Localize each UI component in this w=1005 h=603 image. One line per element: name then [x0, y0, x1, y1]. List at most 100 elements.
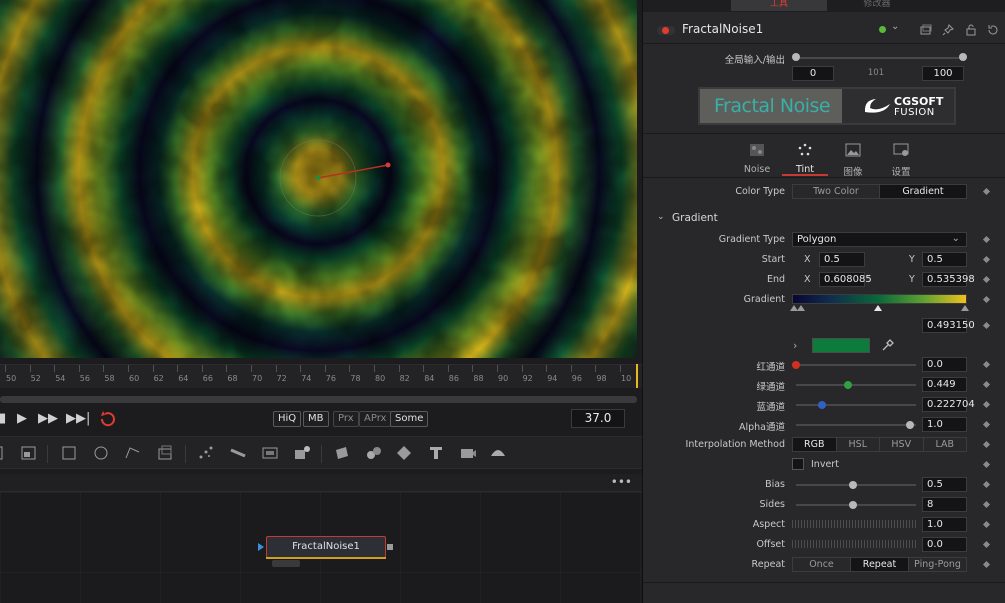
bias-knob[interactable]: [849, 481, 857, 489]
start-y-field[interactable]: 0.5: [922, 252, 967, 267]
stop-button[interactable]: ■: [0, 410, 6, 428]
renderer-3d-icon[interactable]: [489, 444, 507, 462]
tab-image[interactable]: 图像: [833, 143, 873, 178]
keyframe-icon[interactable]: [982, 400, 991, 409]
start-x-field[interactable]: 0.5: [819, 252, 865, 267]
gradient-stop-3[interactable]: [961, 305, 969, 311]
merge-3d-icon[interactable]: [395, 444, 413, 462]
keyframe-icon[interactable]: [982, 500, 991, 509]
tab-noise[interactable]: Noise: [737, 143, 777, 175]
aspect-field[interactable]: 1.0: [922, 517, 967, 532]
tab-settings[interactable]: 设置: [881, 143, 921, 178]
viewer[interactable]: [0, 0, 637, 358]
tab-tint[interactable]: Tint: [785, 143, 825, 175]
interp-rgb[interactable]: RGB: [793, 438, 837, 451]
interp-hsv[interactable]: HSV: [880, 438, 924, 451]
repeat-selector[interactable]: Once Repeat Ping-Pong: [792, 557, 967, 572]
blue-knob[interactable]: [818, 401, 826, 409]
repeat-ping-pong[interactable]: Ping-Pong: [909, 558, 966, 571]
keyframe-icon[interactable]: [982, 235, 991, 244]
color-swatch[interactable]: [812, 338, 870, 353]
polygon-mask-icon[interactable]: [124, 444, 142, 462]
gradient-position-field[interactable]: 0.493150: [922, 318, 975, 333]
resize-tool-icon[interactable]: [20, 444, 38, 462]
more-options-icon[interactable]: •••: [611, 474, 632, 490]
interp-lab[interactable]: LAB: [924, 438, 967, 451]
keyframe-icon[interactable]: [982, 480, 991, 489]
fractal-noise-node[interactable]: FractalNoise1: [266, 536, 386, 558]
red-knob[interactable]: [792, 361, 800, 369]
keyframe-icon[interactable]: [982, 520, 991, 529]
current-frame-field[interactable]: 37.0: [571, 409, 625, 428]
alpha-field[interactable]: 1.0: [922, 417, 967, 432]
tool-icon-1[interactable]: [0, 444, 14, 462]
node-view-toggles[interactable]: [272, 560, 300, 567]
camera-3d-icon[interactable]: [459, 444, 477, 462]
color-type-two-color[interactable]: Two Color: [793, 185, 880, 198]
keyframe-icon[interactable]: [982, 187, 991, 196]
pin-icon[interactable]: [942, 24, 954, 36]
keyframe-icon[interactable]: [982, 540, 991, 549]
loop-icon[interactable]: [98, 410, 118, 428]
green-slider[interactable]: [796, 384, 916, 386]
hiq-toggle[interactable]: HiQ: [273, 411, 302, 427]
repeat-repeat[interactable]: Repeat: [851, 558, 909, 571]
timeline-ruler[interactable]: 50 52 54 56 58 60 62 64 66 68 70 72 74 76 78 80 82 84 86 88…: [0, 364, 642, 388]
chevron-down-icon[interactable]: ⌄: [891, 21, 899, 32]
rectangle-mask-icon[interactable]: [60, 444, 78, 462]
node-output-icon[interactable]: [387, 544, 393, 550]
chevron-right-icon[interactable]: ›: [793, 339, 797, 352]
play-icon[interactable]: ▶: [14, 410, 30, 428]
sides-field[interactable]: 8: [922, 497, 967, 512]
keyframe-icon[interactable]: [982, 255, 991, 264]
end-x-field[interactable]: 0.608085: [819, 272, 872, 287]
tab-modifiers[interactable]: 修改器: [829, 0, 925, 11]
chevron-down-icon[interactable]: ⌄: [657, 212, 665, 222]
bias-field[interactable]: 0.5: [922, 477, 967, 492]
green-field[interactable]: 0.449: [922, 377, 967, 392]
alpha-knob[interactable]: [906, 421, 914, 429]
blue-field[interactable]: 0.222704: [922, 397, 975, 412]
tool-enable-toggle[interactable]: [657, 26, 675, 35]
global-in-field[interactable]: 0: [792, 66, 834, 81]
end-y-field[interactable]: 0.535398: [922, 272, 975, 287]
fast-forward-icon[interactable]: ▶▶: [38, 410, 58, 428]
gradient-section-title[interactable]: Gradient: [672, 212, 718, 224]
particle-3d-icon[interactable]: [293, 444, 311, 462]
tab-tools[interactable]: 工具: [731, 0, 827, 11]
gradient-end-handle[interactable]: [385, 162, 391, 168]
motion-blur-toggle[interactable]: MB: [303, 411, 329, 427]
auto-proxy-toggle[interactable]: APrx: [359, 411, 392, 427]
gradient-start-handle[interactable]: [315, 175, 321, 181]
shape-3d-icon[interactable]: [365, 444, 383, 462]
repeat-once[interactable]: Once: [793, 558, 851, 571]
lock-icon[interactable]: [965, 24, 977, 36]
keyframe-icon[interactable]: [982, 275, 991, 284]
color-type-gradient[interactable]: Gradient: [880, 185, 966, 198]
interp-hsl[interactable]: HSL: [837, 438, 880, 451]
image-plane-3d-icon[interactable]: [333, 444, 351, 462]
blue-slider[interactable]: [796, 404, 916, 406]
offset-thumbwheel[interactable]: [792, 540, 916, 548]
skip-to-end-icon[interactable]: ▶▶|: [66, 410, 90, 428]
keyframe-icon[interactable]: [982, 380, 991, 389]
reset-icon[interactable]: [987, 24, 999, 36]
keyframe-icon[interactable]: [982, 420, 991, 429]
alpha-slider[interactable]: [796, 424, 916, 426]
ellipse-mask-icon[interactable]: [92, 444, 110, 462]
offset-field[interactable]: 0.0: [922, 537, 967, 552]
eyedropper-icon[interactable]: [881, 338, 895, 352]
gradient-editor[interactable]: [792, 294, 967, 304]
timeline-scrollbar[interactable]: [0, 396, 637, 403]
gradient-stop-selected[interactable]: [874, 305, 882, 311]
keyframe-icon[interactable]: [982, 295, 991, 304]
playhead[interactable]: [636, 364, 638, 388]
version-dot-icon[interactable]: [879, 26, 886, 33]
color-type-selector[interactable]: Two Color Gradient: [792, 184, 967, 199]
gradient-stop-2[interactable]: [797, 305, 805, 311]
aspect-thumbwheel[interactable]: [792, 520, 916, 528]
global-out-field[interactable]: 100: [922, 66, 964, 81]
particles-icon[interactable]: [197, 444, 215, 462]
sides-knob[interactable]: [849, 501, 857, 509]
bspline-mask-icon[interactable]: [156, 444, 174, 462]
